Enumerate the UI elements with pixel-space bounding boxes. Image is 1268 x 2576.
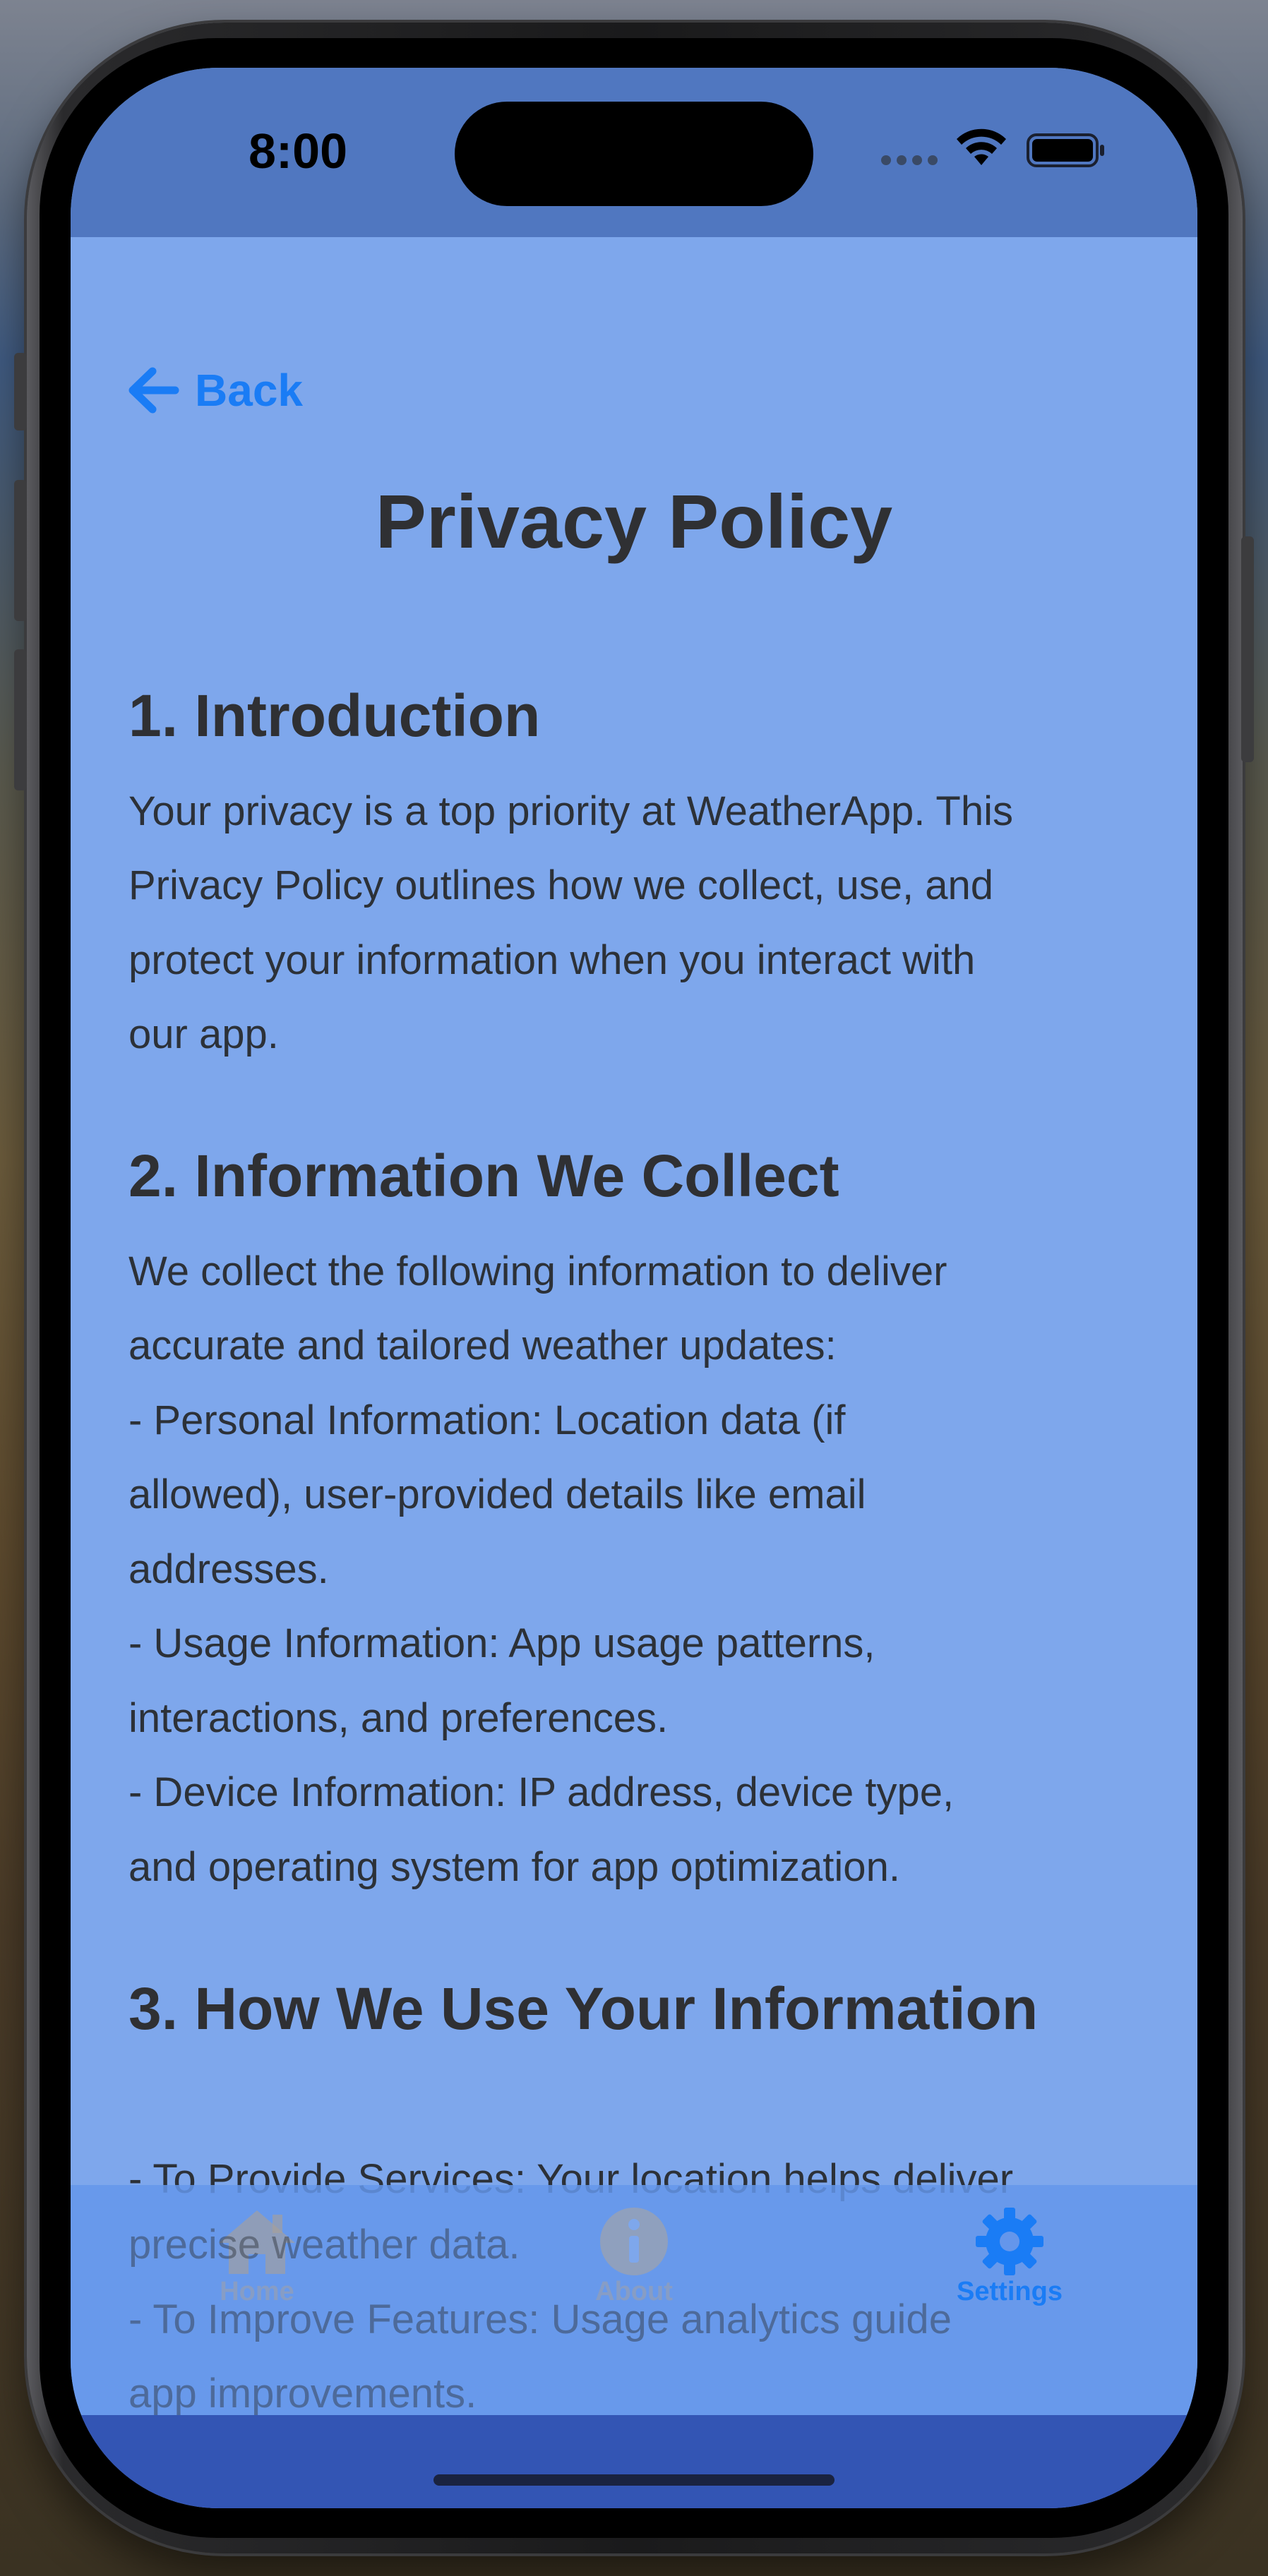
- dynamic-island: [455, 102, 813, 206]
- section-how-we-use: 3. How We Use Your Information - To Prov…: [128, 1975, 1145, 2216]
- action-button: [14, 353, 27, 431]
- power-button: [1241, 536, 1254, 762]
- section-heading: 3. How We Use Your Information: [128, 1975, 1039, 2042]
- section-body: We collect the following information to …: [128, 1248, 955, 1890]
- section-heading: 1. Introduction: [128, 682, 541, 749]
- status-bar: 8:00: [71, 68, 1197, 237]
- arrow-left-icon: [128, 367, 179, 414]
- section-heading: 2. Information We Collect: [128, 1143, 839, 1209]
- page-title: Privacy Policy: [375, 479, 893, 564]
- section-information-we-collect: 2. Information We Collect We collect the…: [128, 1142, 1145, 1904]
- back-button-label: Back: [195, 365, 303, 416]
- home-indicator-area: [71, 2415, 1197, 2508]
- volume-down-button: [14, 649, 27, 790]
- section-introduction: 1. Introduction Your privacy is a top pr…: [128, 682, 1145, 1072]
- privacy-policy-content[interactable]: Back Privacy Policy 1. Introduction Your…: [71, 237, 1197, 2354]
- section-body-faded: precise weather data. - To Improve Featu…: [128, 2222, 952, 2416]
- screen: 8:00 Back Privacy Policy 1. Introduction: [71, 68, 1197, 2508]
- battery-icon: [1027, 133, 1104, 167]
- home-indicator[interactable]: [433, 2474, 835, 2486]
- status-time: 8:00: [248, 124, 348, 179]
- volume-up-button: [14, 480, 27, 621]
- section-body: Your privacy is a top priority at Weathe…: [128, 788, 1013, 1058]
- cellular-signal-icon: [881, 155, 938, 165]
- back-button[interactable]: Back: [126, 364, 303, 416]
- wifi-icon: [957, 128, 1006, 165]
